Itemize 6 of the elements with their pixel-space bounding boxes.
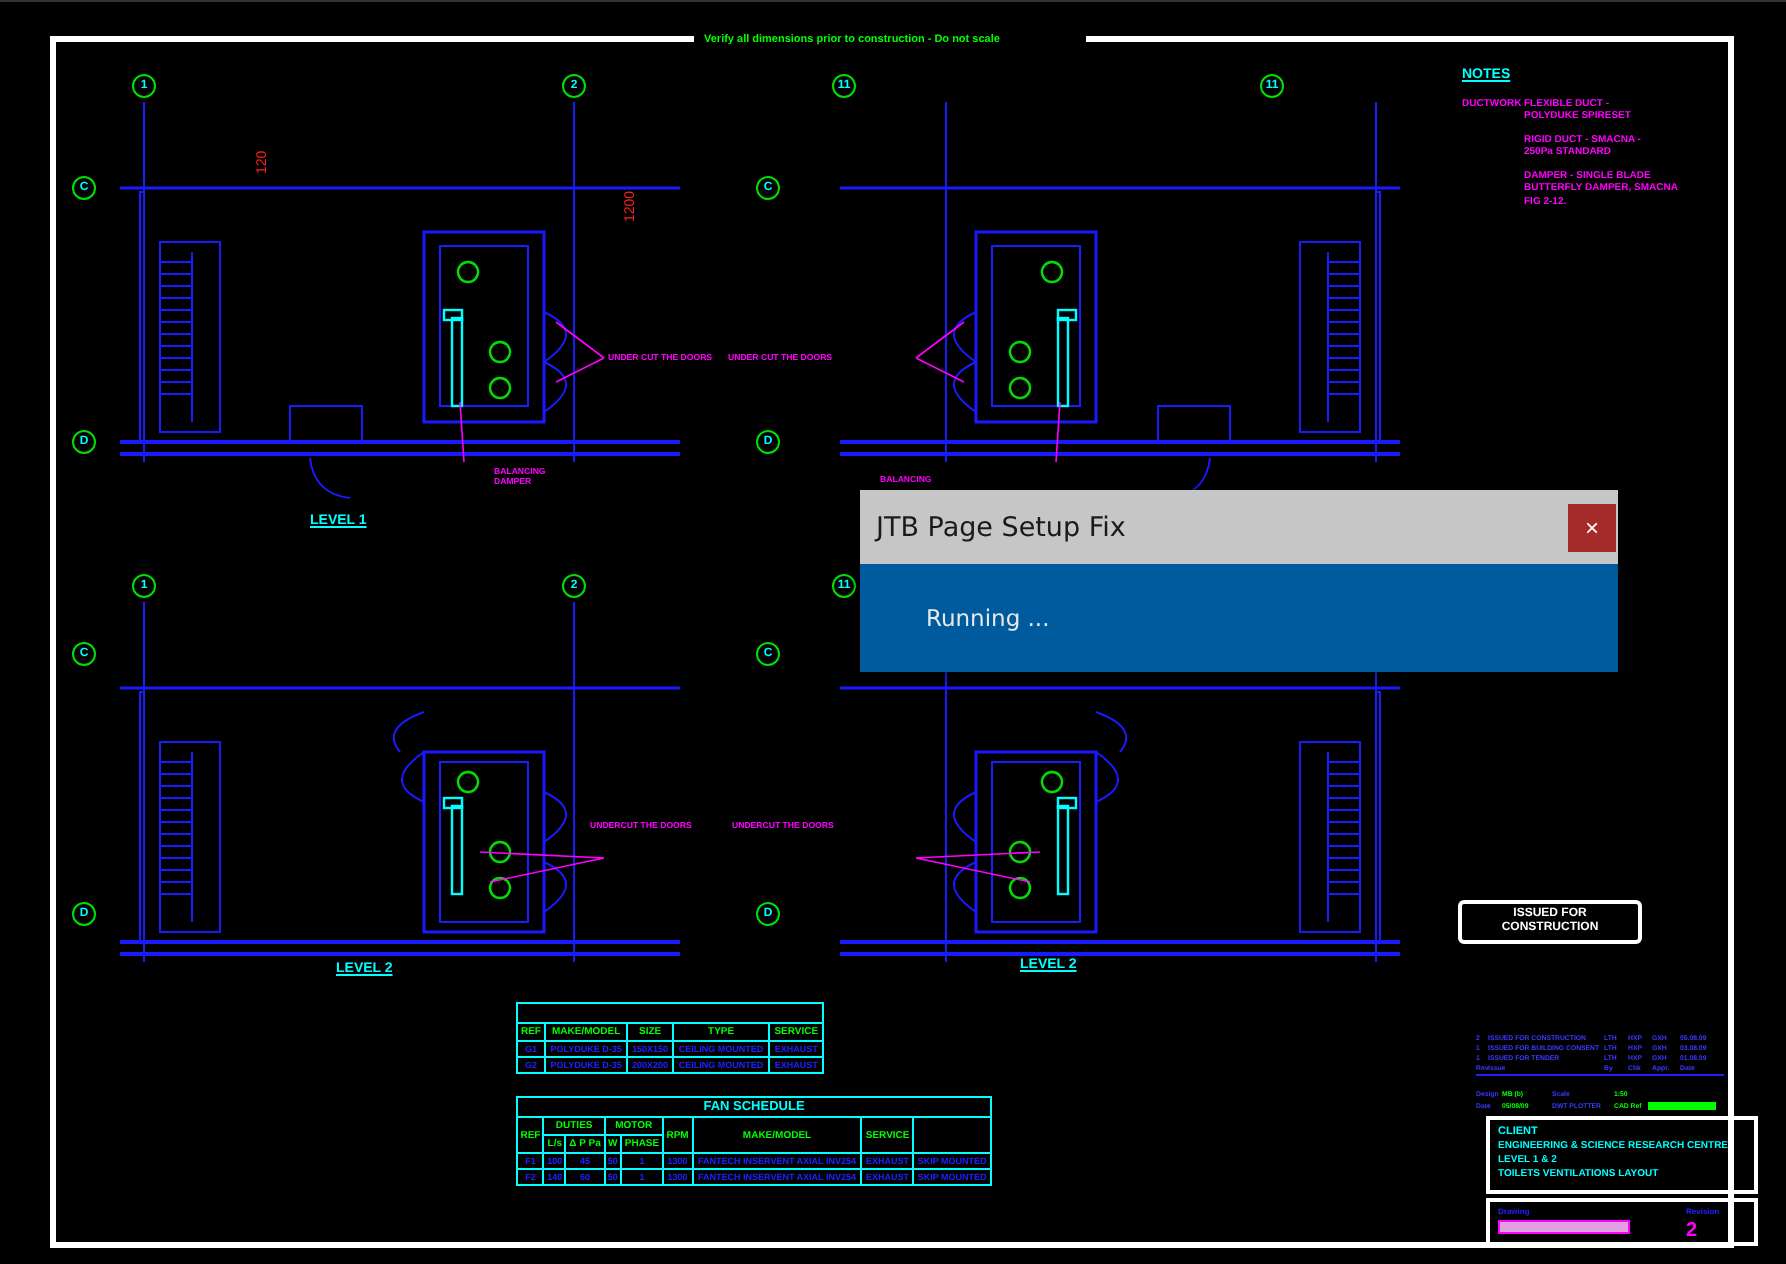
drawing-number-block (1498, 1220, 1630, 1234)
dialog-title: JTB Page Setup Fix (876, 511, 1126, 543)
status-message: Running ... (926, 604, 1050, 632)
close-button[interactable]: × (1568, 503, 1616, 551)
revision-number: 2 (1686, 1220, 1700, 1242)
cad-ref-bar (1648, 1102, 1716, 1110)
